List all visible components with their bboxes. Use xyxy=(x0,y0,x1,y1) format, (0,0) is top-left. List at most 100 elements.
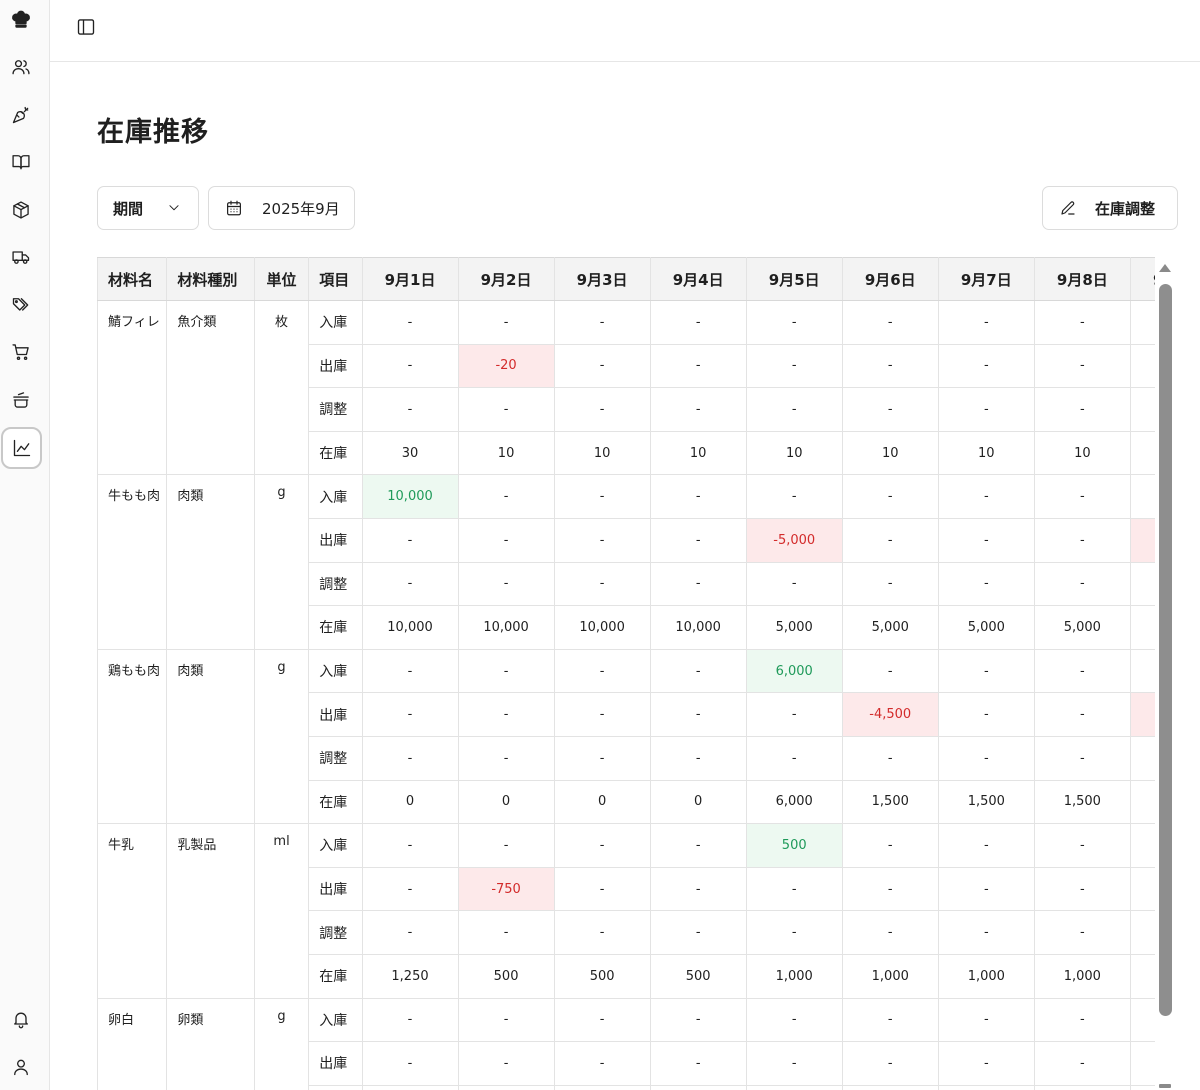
vertical-scrollbar[interactable] xyxy=(1157,262,1174,1090)
value-cell: 0 xyxy=(649,779,747,825)
value-cell: - xyxy=(649,387,747,432)
nav-item-cooking[interactable] xyxy=(0,380,42,420)
item-label-cell: 出庫 xyxy=(308,1041,363,1086)
item-label-cell: 調整 xyxy=(308,735,363,781)
value-cell: - xyxy=(361,692,459,737)
value-cell: - xyxy=(649,561,747,607)
value-cell: - xyxy=(841,474,939,519)
nav-item-orders[interactable] xyxy=(0,332,42,372)
value-cell: - xyxy=(361,910,459,955)
nav-item-tags[interactable] xyxy=(0,285,42,325)
value-cell: 5,000 xyxy=(1033,605,1131,650)
users-icon xyxy=(12,60,30,75)
nav-item-account[interactable] xyxy=(0,1047,42,1087)
truck-icon xyxy=(12,251,30,264)
table-header-row: 材料名 材料種別 単位 項目 9月1日 9月2日 9月3日 9月4日 9月5日 9月6日 9月7日 9… xyxy=(97,257,1155,301)
value-cell: - xyxy=(553,474,651,519)
nav-item-notifications[interactable] xyxy=(0,999,42,1039)
item-label-cell: 出庫 xyxy=(308,692,363,737)
material-name-cell: 鶏もも肉 xyxy=(97,648,168,825)
value-cell: - xyxy=(553,823,651,868)
value-cell: - xyxy=(1033,866,1131,912)
value-cell: - xyxy=(361,387,459,432)
value-cell: -20 xyxy=(457,343,555,389)
column-header: 単位 xyxy=(253,257,310,301)
value-cell: - xyxy=(1033,300,1131,345)
value-cell: - xyxy=(937,343,1035,389)
value-cell: - xyxy=(1129,474,1155,519)
value-cell: - xyxy=(745,1084,843,1090)
value-cell: 10,000 xyxy=(457,605,555,650)
scroll-up-arrow[interactable] xyxy=(1159,264,1171,272)
nav-item-recipes[interactable] xyxy=(0,142,42,182)
value-cell: - xyxy=(361,823,459,868)
value-cell: - xyxy=(457,692,555,737)
value-cell: - xyxy=(1033,692,1131,737)
value-cell: - xyxy=(1033,387,1131,432)
period-dropdown[interactable]: 期間 xyxy=(97,186,199,230)
value-cell: - xyxy=(841,997,939,1043)
column-header: 材料名 xyxy=(97,257,168,301)
stock-adjust-button[interactable]: 在庫調整 xyxy=(1042,186,1178,230)
value-cell: 500 xyxy=(649,953,747,999)
value-cell: - xyxy=(1033,474,1131,519)
value-cell: - xyxy=(553,1041,651,1086)
value-cell: 500 xyxy=(553,953,651,999)
value-cell: 10 xyxy=(553,430,651,476)
table-row: 牛乳乳製品ml入庫----500---- xyxy=(97,823,1155,999)
value-cell: - xyxy=(841,387,939,432)
nav-item-users[interactable] xyxy=(0,47,42,87)
sidebar-toggle-button[interactable] xyxy=(74,15,98,39)
value-cell: - xyxy=(1033,648,1131,694)
scroll-down-arrow[interactable] xyxy=(1159,1084,1171,1088)
table-row: 卵白卵類g入庫--------- xyxy=(97,997,1155,1090)
nav-item-ingredients[interactable] xyxy=(0,95,42,135)
value-cell: - xyxy=(937,997,1035,1043)
value-cell: 1,500 xyxy=(937,779,1035,825)
value-cell: - xyxy=(361,866,459,912)
value-cell: - xyxy=(937,1084,1035,1090)
item-label-cell: 調整 xyxy=(308,1084,363,1090)
stock-table-container[interactable]: 材料名 材料種別 単位 項目 9月1日 9月2日 9月3日 9月4日 9月5日 9月6日 9月7日 9… xyxy=(97,257,1155,1090)
month-picker[interactable]: 2025年9月 xyxy=(208,186,355,230)
value-cell: 6,000 xyxy=(745,648,843,694)
value-cell: - xyxy=(745,997,843,1043)
value-cell: - xyxy=(649,997,747,1043)
value-cell: - xyxy=(1033,823,1131,868)
value-cell: - xyxy=(1129,648,1155,694)
value-cell: - xyxy=(1129,1084,1155,1090)
bell-icon xyxy=(14,1012,28,1029)
material-type-cell: 肉類 xyxy=(166,474,255,650)
unit-cell: g xyxy=(253,474,310,650)
item-label-cell: 出庫 xyxy=(308,517,363,563)
value-cell: 10 xyxy=(937,430,1035,476)
value-cell: 10 xyxy=(1033,430,1131,476)
date-column-header: 9月7日 xyxy=(937,257,1035,301)
item-label-cell: 在庫 xyxy=(308,605,363,650)
value-cell: -750 xyxy=(457,866,555,912)
sidebar-toggle-icon xyxy=(77,19,95,35)
value-cell: - xyxy=(937,387,1035,432)
user-icon xyxy=(14,1059,28,1076)
value-cell: - xyxy=(361,561,459,607)
value-cell: - xyxy=(649,343,747,389)
value-cell: - xyxy=(745,735,843,781)
table-row: 鯖フィレ魚介類枚入庫--------- xyxy=(97,299,1155,476)
value-cell: - xyxy=(745,692,843,737)
sidebar xyxy=(0,0,50,1090)
value-cell: - xyxy=(649,1041,747,1086)
value-cell: - xyxy=(1129,692,1155,737)
value-cell: 10 xyxy=(1129,430,1155,476)
item-label-cell: 入庫 xyxy=(308,997,363,1043)
nav-item-delivery[interactable] xyxy=(0,237,42,277)
scrollbar-thumb[interactable] xyxy=(1159,284,1172,1016)
carrot-icon xyxy=(12,106,29,124)
value-cell: - xyxy=(553,517,651,563)
nav-item-inventory[interactable] xyxy=(0,190,42,230)
value-cell: - xyxy=(457,997,555,1043)
nav-item-stock-trend[interactable] xyxy=(1,427,42,469)
value-cell: - xyxy=(1033,517,1131,563)
value-cell: - xyxy=(1129,866,1155,912)
nav-item-chef[interactable] xyxy=(0,0,42,40)
value-cell: 1,500 xyxy=(1033,779,1131,825)
